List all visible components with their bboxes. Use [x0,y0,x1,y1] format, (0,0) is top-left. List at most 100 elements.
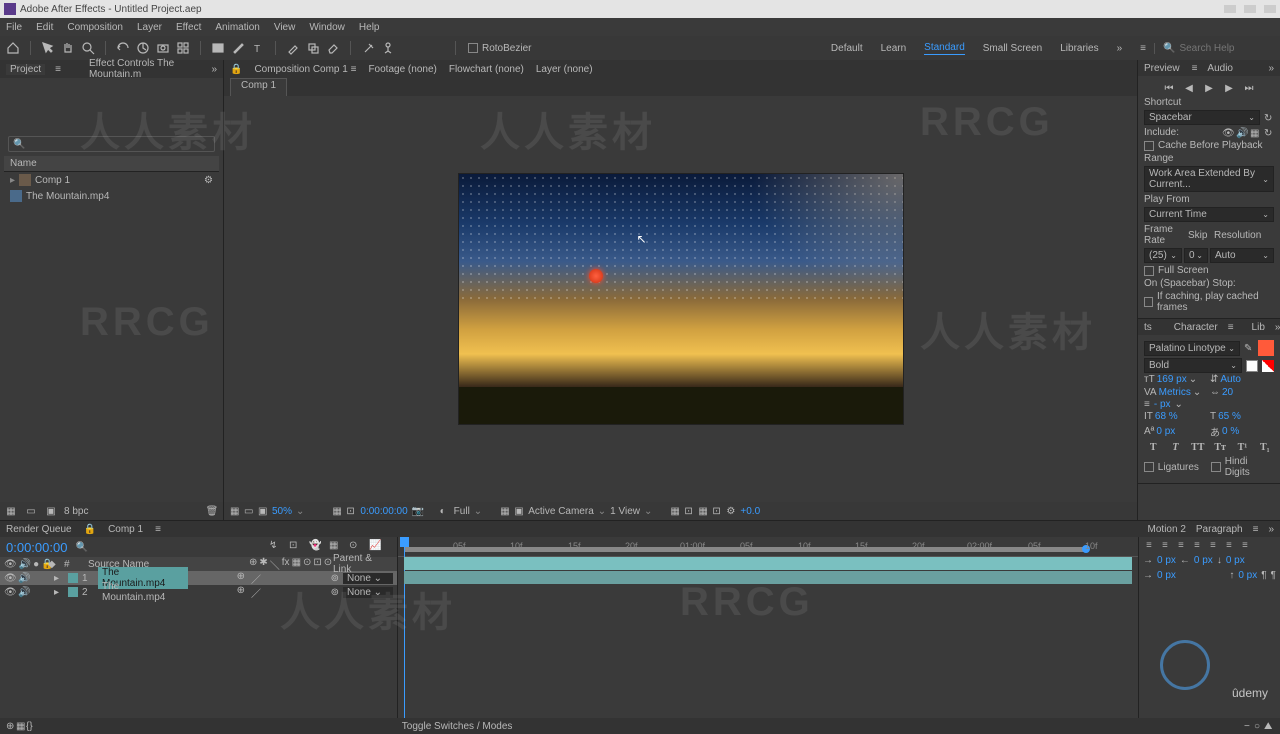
composition-tab[interactable]: Composition Comp 1 ≡ [254,64,356,75]
fast-preview-icon[interactable]: ⊡ [684,506,694,516]
fps-dropdown[interactable]: (25)⌄ [1144,248,1182,263]
zoom-slider-icon[interactable]: ○ [1254,721,1264,731]
visibility-toggle[interactable]: 👁 [4,587,14,597]
draft3d-icon[interactable]: ⊡ [289,540,303,554]
label-color[interactable] [68,587,78,597]
new-comp-icon[interactable]: ▣ [44,504,58,518]
selection-tool-icon[interactable] [41,41,55,55]
menu-file[interactable]: File [6,22,22,33]
shy-icon[interactable]: 👻 [309,540,323,554]
video-column-icon[interactable]: 👁 [4,559,17,570]
rotobezier-checkbox[interactable] [468,43,478,53]
superscript-button[interactable]: T¹ [1236,441,1248,453]
audio-toggle[interactable]: 🔊 [18,573,28,583]
transparency-grid-icon[interactable]: ▦ [500,506,510,516]
exposure-value[interactable]: +0.0 [740,506,760,517]
first-line-indent[interactable]: 0 px [1157,570,1176,581]
3d-view-icon[interactable]: ▣ [514,506,524,516]
vscale-value[interactable]: 68 % [1155,411,1178,422]
space-after[interactable]: 0 px [1238,570,1257,581]
menu-edit[interactable]: Edit [36,22,53,33]
graph-editor-icon[interactable]: 📈 [369,540,383,554]
loop-icon[interactable]: ↻ [1264,128,1274,138]
eraser-tool-icon[interactable] [326,41,340,55]
project-item-comp[interactable]: ▸ Comp 1 ⚙ [4,172,219,188]
subscript-button[interactable]: T₁ [1259,441,1271,453]
bpc-button[interactable]: 8 bpc [64,506,88,517]
puppet-tool-icon[interactable] [381,41,395,55]
parent-dropdown[interactable]: None ⌄ [343,573,393,584]
workspace-small-screen[interactable]: Small Screen [983,43,1042,54]
leading-value[interactable]: Auto [1220,374,1241,385]
reset-icon[interactable]: ↻ [1264,113,1274,123]
frame-blend-icon[interactable]: ▦ [329,540,343,554]
workspace-more-icon[interactable]: » [1117,43,1123,54]
shortcut-dropdown[interactable]: Spacebar⌄ [1144,110,1260,125]
project-item-file[interactable]: The Mountain.mp4 [4,188,219,204]
paragraph-tab[interactable]: Paragraph [1196,524,1243,535]
motion-blur-icon[interactable]: ⊙ [349,540,363,554]
indent-right[interactable]: 0 px [1194,555,1213,566]
eyedropper-icon[interactable]: ✎ [1244,343,1254,353]
comp-mini-icon[interactable]: ↯ [269,540,283,554]
font-size-value[interactable]: 169 px [1157,374,1187,385]
ifcaching-checkbox[interactable] [1144,297,1153,307]
direction-ltr-icon[interactable]: ¶ [1261,570,1266,581]
timeline-layer-row[interactable]: 👁 🔊 ▸ 2 The Mountain.mp4 ⊕／ ⊚ None ⌄ [0,585,397,599]
next-frame-button[interactable]: ▶ [1222,82,1236,94]
lock-icon[interactable]: 🔒 [84,524,96,535]
hscale-value[interactable]: 65 % [1218,411,1241,422]
stroke-width-value[interactable]: - px [1154,399,1171,410]
label-column-icon[interactable]: ◆ [48,559,60,570]
range-dropdown[interactable]: Work Area Extended By Current...⌄ [1144,166,1274,192]
ligatures-checkbox[interactable] [1144,462,1154,472]
prev-frame-button[interactable]: ◀ [1182,82,1196,94]
menu-effect[interactable]: Effect [176,22,201,33]
menu-view[interactable]: View [274,22,296,33]
stroke-color-swatch[interactable] [1246,360,1258,372]
italic-button[interactable]: T [1169,441,1181,453]
flowchart-icon[interactable]: ⊡ [712,506,722,516]
project-search-input[interactable]: 🔍 [8,136,215,152]
exposure-reset-icon[interactable]: ⚙ [726,506,736,516]
effect-controls-tab[interactable]: Effect Controls The Mountain.m [89,58,203,80]
kerning-value[interactable]: Metrics [1159,387,1191,398]
zoom-out-icon[interactable]: − [1244,721,1254,731]
timeline-icon[interactable]: ▦ [698,506,708,516]
fill-color-swatch[interactable] [1258,340,1274,356]
justify-last-left-button[interactable]: ≡ [1191,539,1203,551]
timecode-display[interactable]: 0:00:00:00 [360,506,407,517]
render-icon[interactable]: ▦ [16,721,26,731]
workspace-standard[interactable]: Standard [924,42,965,55]
home-icon[interactable] [6,41,20,55]
render-queue-tab[interactable]: Render Queue [6,524,72,535]
camera-tool-icon[interactable] [156,41,170,55]
panel-more-icon[interactable]: » [211,64,217,75]
tracking-value[interactable]: 20 [1222,387,1233,398]
project-tab[interactable]: Project [6,64,45,75]
align-center-button[interactable]: ≡ [1159,539,1171,551]
timeline-search-icon[interactable]: 🔍 [75,542,87,553]
interpret-footage-icon[interactable]: ▦ [4,504,18,518]
layer-duration-bar[interactable] [404,571,1132,584]
workspace-learn[interactable]: Learn [881,43,907,54]
layer-tab[interactable]: Layer (none) [536,64,593,75]
fullscreen-checkbox[interactable] [1144,266,1154,276]
audio-tab[interactable]: Audio [1207,63,1233,74]
resolution-dropdown[interactable]: Full [454,506,470,517]
name-column-header[interactable]: Name [4,156,219,172]
brackets-icon[interactable]: {} [26,721,36,731]
lock-icon[interactable]: 🔒 [230,64,242,75]
panel-menu-icon[interactable]: ≡ [55,64,61,75]
hand-tool-icon[interactable] [61,41,75,55]
zoom-in-icon[interactable]: ⛰ [1264,721,1274,731]
comp-subtab[interactable]: Comp 1 [230,78,287,96]
solo-column-icon[interactable]: ● [33,559,39,570]
pixel-aspect-icon[interactable]: ▦ [670,506,680,516]
overlay-icon[interactable]: ▦ [1250,128,1260,138]
audio-column-icon[interactable]: 🔊 [19,559,31,570]
justify-last-center-button[interactable]: ≡ [1207,539,1219,551]
parent-dropdown[interactable]: None ⌄ [343,587,393,598]
video-icon[interactable]: 👁 [1222,128,1232,138]
no-color-swatch[interactable] [1262,360,1274,372]
